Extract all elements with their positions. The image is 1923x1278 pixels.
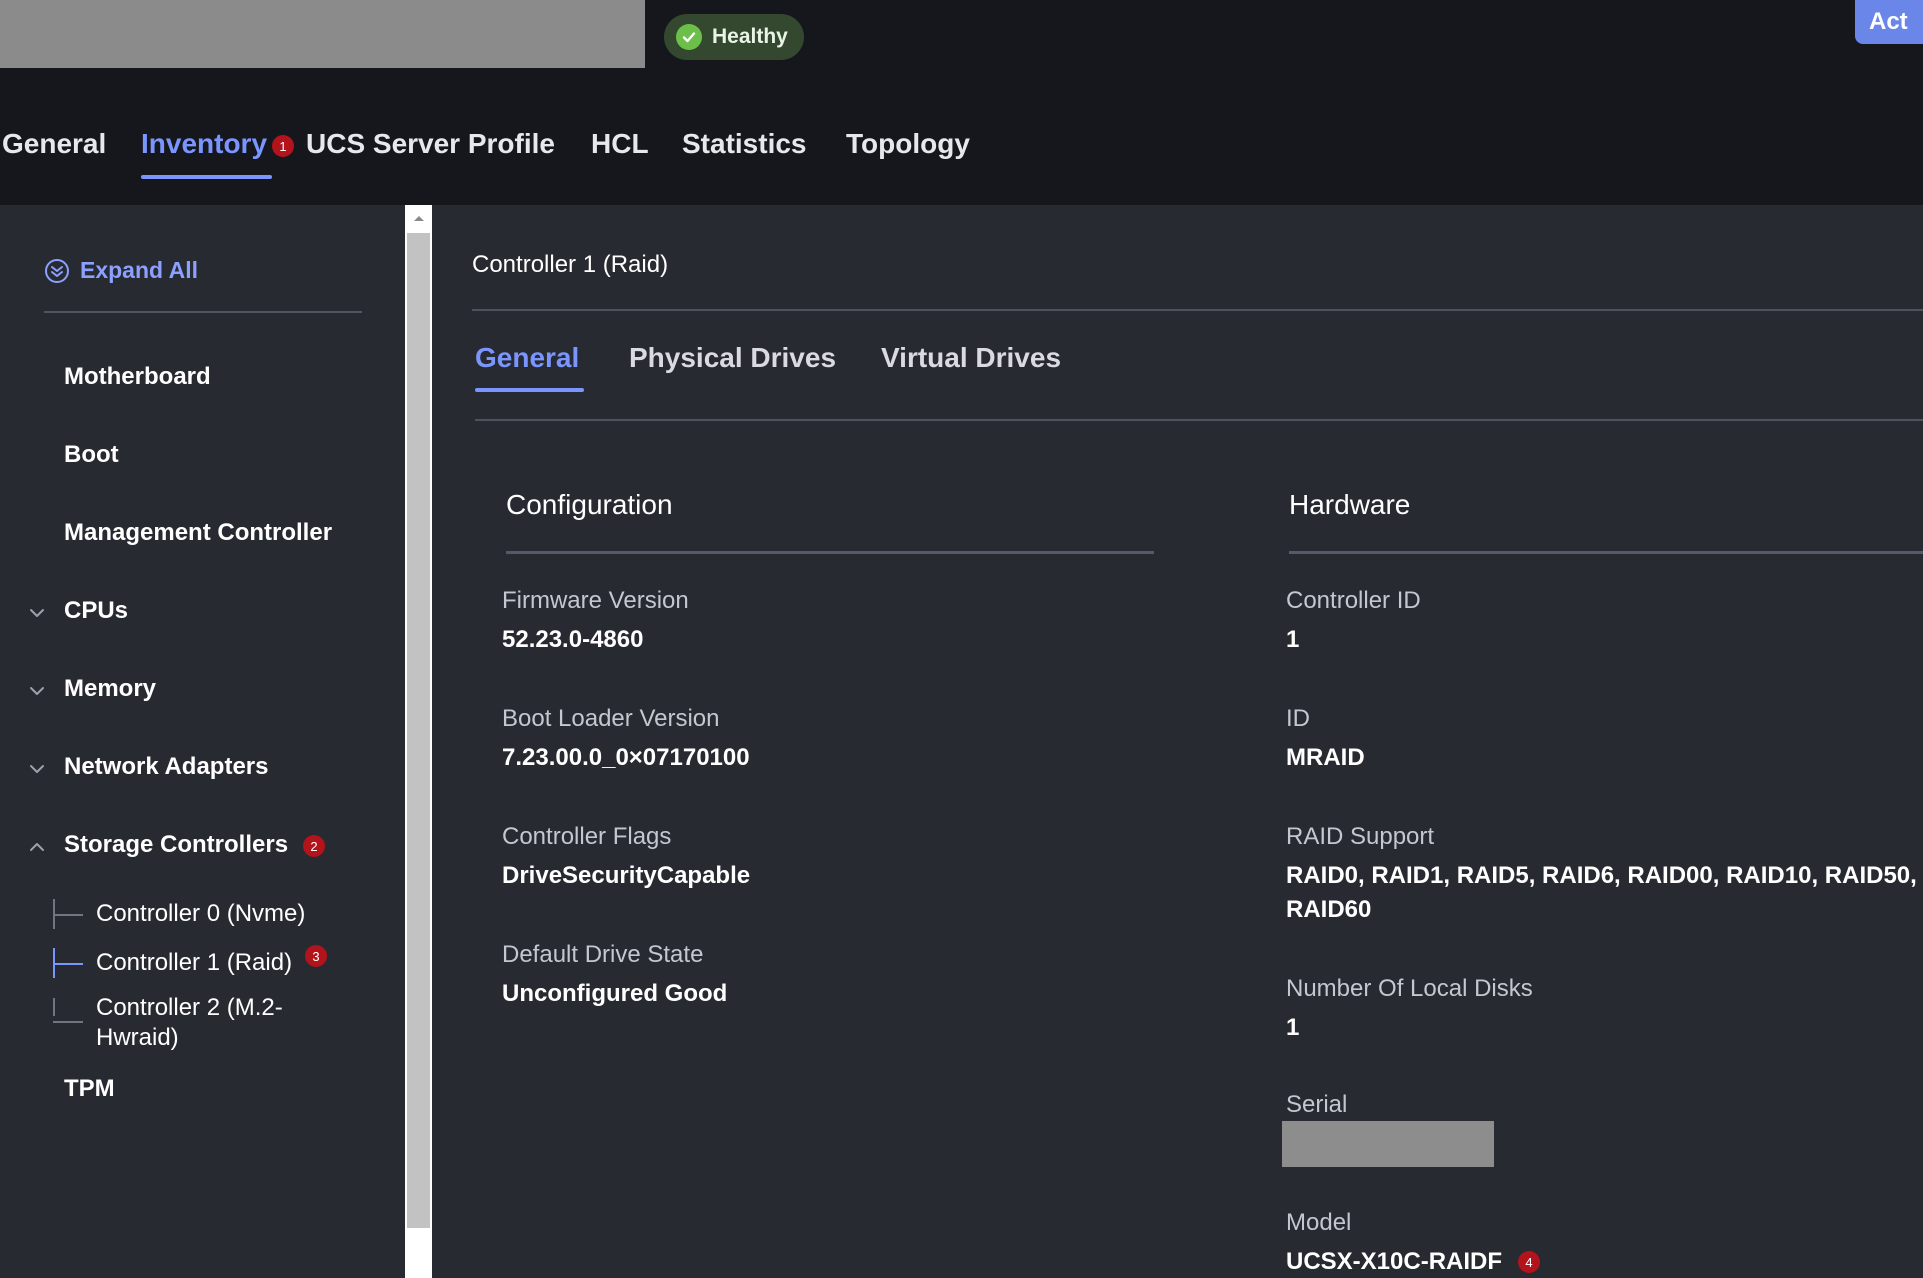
- sidebar-item-boot[interactable]: Boot: [64, 441, 119, 469]
- actions-button[interactable]: Act: [1855, 0, 1923, 44]
- tab-hcl[interactable]: HCL: [591, 128, 649, 160]
- tab-general[interactable]: General: [2, 128, 106, 160]
- sidebar-item-controller-0[interactable]: Controller 0 (Nvme): [96, 899, 305, 929]
- local-disks-value: 1: [1286, 1014, 1300, 1041]
- tree-connector: [53, 1021, 83, 1023]
- id-label: ID: [1286, 705, 1310, 732]
- sidebar-item-tpm[interactable]: TPM: [64, 1075, 115, 1103]
- tree-connector: [53, 914, 83, 916]
- firmware-version-value: 52.23.0-4860: [502, 626, 644, 653]
- health-status-label: Healthy: [712, 25, 788, 48]
- sidebar-item-controller-2[interactable]: Controller 2 (M.2-Hwraid): [96, 993, 316, 1053]
- chevron-down-icon[interactable]: [26, 758, 48, 780]
- app-window: Healthy Act General Inventory UCS Server…: [0, 0, 1923, 1278]
- chevron-up-icon[interactable]: [26, 836, 48, 858]
- sidebar-item-network-adapters[interactable]: Network Adapters: [64, 753, 269, 781]
- raid-support-value: RAID0, RAID1, RAID5, RAID6, RAID00, RAID…: [1286, 862, 1917, 923]
- expand-all-icon: [45, 258, 69, 283]
- model-label: Model: [1286, 1209, 1352, 1236]
- active-subtab-indicator: [475, 388, 584, 392]
- tab-controller-general[interactable]: General: [475, 342, 579, 374]
- hardware-section-title: Hardware: [1289, 489, 1411, 520]
- controller-details-panel: Controller 1 (Raid) General Physical Dri…: [432, 205, 1923, 1278]
- title-divider: [472, 309, 1923, 311]
- controller-id-label: Controller ID: [1286, 587, 1421, 614]
- tab-inventory[interactable]: Inventory: [141, 128, 267, 160]
- sidebar-item-management-controller[interactable]: Management Controller: [64, 519, 332, 547]
- serial-label: Serial: [1286, 1091, 1348, 1118]
- health-status-badge: Healthy: [664, 14, 804, 60]
- chevron-down-icon[interactable]: [26, 602, 48, 624]
- sidebar-scrollbar[interactable]: [405, 205, 432, 1278]
- sidebar-item-cpus[interactable]: CPUs: [64, 597, 128, 625]
- sidebar-item-motherboard[interactable]: Motherboard: [64, 363, 211, 391]
- inventory-alert-badge: 1: [272, 135, 294, 157]
- model-value: UCSX-X10C-RAIDF: [1286, 1248, 1503, 1275]
- id-value: MRAID: [1286, 744, 1365, 771]
- boot-loader-version-value: 7.23.00.0_0×07170100: [502, 744, 750, 771]
- tree-connector: [53, 998, 55, 1016]
- scroll-up-arrow-icon[interactable]: [405, 213, 432, 227]
- inventory-sidebar: Expand All Motherboard Boot Management C…: [0, 205, 405, 1278]
- tree-connector-active: [53, 963, 83, 965]
- sidebar-item-controller-1[interactable]: Controller 1 (Raid): [96, 948, 292, 978]
- configuration-section-title: Configuration: [506, 489, 673, 520]
- sidebar-item-storage-controllers[interactable]: Storage Controllers: [64, 831, 288, 859]
- storage-controllers-badge: 2: [303, 835, 325, 857]
- default-drive-state-value: Unconfigured Good: [502, 980, 728, 1007]
- tab-virtual-drives[interactable]: Virtual Drives: [881, 342, 1061, 374]
- hardware-divider: [1289, 551, 1923, 554]
- sidebar-item-memory[interactable]: Memory: [64, 675, 156, 703]
- expand-all-label: Expand All: [80, 257, 198, 283]
- scrollbar-thumb[interactable]: [407, 233, 430, 1228]
- default-drive-state-label: Default Drive State: [502, 941, 704, 968]
- active-tab-indicator: [141, 175, 272, 179]
- controller-flags-value: DriveSecurityCapable: [502, 862, 751, 889]
- top-bar: Healthy Act: [0, 0, 1923, 70]
- check-circle-icon: [676, 24, 702, 50]
- raid-support-label: RAID Support: [1286, 823, 1435, 850]
- model-badge: 4: [1518, 1251, 1540, 1273]
- controller-flags-label: Controller Flags: [502, 823, 672, 850]
- subtabs-divider: [475, 419, 1923, 421]
- controller-1-badge: 3: [305, 945, 327, 967]
- sidebar-divider: [44, 311, 362, 313]
- firmware-version-label: Firmware Version: [502, 587, 689, 614]
- page-title: Controller 1 (Raid): [472, 251, 669, 278]
- expand-all-button[interactable]: Expand All: [44, 257, 198, 284]
- tab-topology[interactable]: Topology: [846, 128, 970, 160]
- local-disks-label: Number Of Local Disks: [1286, 975, 1533, 1002]
- configuration-divider: [506, 551, 1154, 554]
- redacted-serial-value: [1282, 1121, 1494, 1167]
- redacted-server-name: [0, 0, 645, 68]
- chevron-down-icon[interactable]: [26, 680, 48, 702]
- boot-loader-version-label: Boot Loader Version: [502, 705, 720, 732]
- controller-id-value: 1: [1286, 626, 1300, 653]
- tab-statistics[interactable]: Statistics: [682, 128, 807, 160]
- tab-ucs-server-profile[interactable]: UCS Server Profile: [306, 128, 555, 160]
- tab-physical-drives[interactable]: Physical Drives: [629, 342, 836, 374]
